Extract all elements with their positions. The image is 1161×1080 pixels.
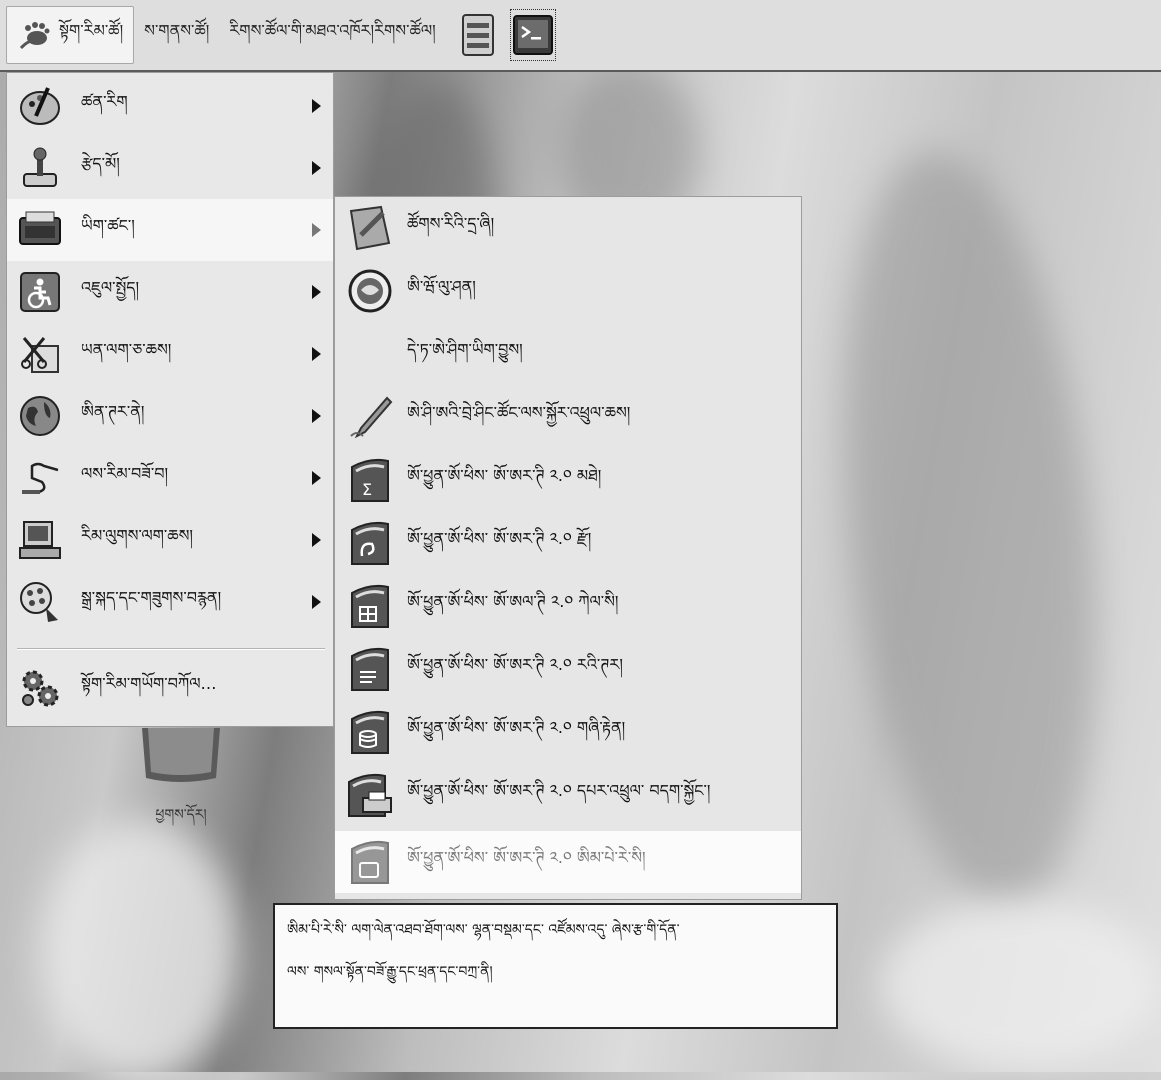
ooo-printer-icon	[347, 771, 393, 819]
submenu-item-label: ཨོ་ཕྱུན་ཨོ་ཕིས་ ཨོ་ཨར་ཊི ༢.༠ གཞི་རྟེན།	[407, 717, 626, 737]
ooo-calc-icon	[347, 582, 393, 630]
configure-menu-item[interactable]: སྟོག་རིམ་གཡོག་བཀོལ…	[7, 657, 333, 719]
menu-item-label: སྒྲ་སྐད་དང་གཟུགས་བརྙན།	[81, 587, 222, 607]
submenu-item-ooo-impress[interactable]: ཨོ་ཕྱུན་ཨོ་ཕིས་ ཨོ་ཨར་ཊི ༢.༠ ཨིམ་པེ་རེ་ས…	[335, 831, 801, 893]
ooo-math-icon: Σ	[347, 456, 393, 504]
submenu-item-dictionary[interactable]: ཚོགས་རིའི་དྲ་ཞི།	[335, 197, 801, 259]
dictionary-icon	[347, 204, 393, 252]
submenu-item-ooo-calc[interactable]: ཨོ་ཕྱུན་ཨོ་ཕིས་ ཨོ་ཨལ་ཊི ༢.༠ ཀེལ་སི།	[335, 575, 801, 637]
submenu-item-ooo-printer[interactable]: ཨོ་ཕྱུན་ཨོ་ཕིས་ ཨོ་ཨར་ཊི ༢.༠ དཔར་འཕྲུལ་ …	[335, 764, 801, 826]
internet-icon	[17, 393, 63, 439]
submenu-item-label: ཨོ་ཕྱུན་ཨོ་ཕིས་ ཨོ་ཨར་ཊི ༢.༠ རའི་ཊར།	[407, 654, 623, 674]
submenu-item-label: ཨོ་ཕྱུན་ཨོ་ཕིས་ ཨོ་ཨར་ཊི ༢.༠ རྫོ།	[407, 528, 592, 548]
ooo-impress-icon	[347, 838, 393, 886]
submenu-item-ooo-draw[interactable]: ཨོ་ཕྱུན་ཨོ་ཕིས་ ཨོ་ཨར་ཊི ༢.༠ རྫོ།	[335, 512, 801, 574]
ooo-writer-icon	[347, 645, 393, 693]
menu-item-label: ཚན་རིག	[81, 91, 128, 111]
submenu-item-ooo-math[interactable]: Σ ཨོ་ཕྱུན་ཨོ་ཕིས་ ཨོ་ཨར་ཊི ༢.༠ མཐེ།	[335, 449, 801, 511]
blank-icon	[347, 330, 393, 378]
menu-item-sound-video[interactable]: སྒྲ་སྐད་དང་གཟུགས་བརྙན།	[7, 571, 333, 633]
submenu-arrow-icon	[312, 347, 321, 361]
places-menu-label: ས་གནས་ཚོ།	[144, 20, 210, 40]
text-editor-icon	[461, 14, 494, 56]
submenu-item-label: ཨོ་ཕྱུན་ཨོ་ཕིས་ ཨོ་ཨལ་ཊི ༢.༠ ཀེལ་སི།	[407, 591, 619, 611]
submenu-arrow-icon	[312, 223, 321, 237]
wallpaper-streak	[810, 139, 1130, 921]
menu-item-office[interactable]: ཡིག་ཚང་།	[7, 199, 333, 261]
places-menu-button[interactable]: ས་གནས་ཚོ།	[134, 7, 219, 63]
accessories-icon	[17, 331, 63, 377]
ooo-base-icon	[347, 708, 393, 756]
menu-item-label: ཡིག་ཚང་།	[81, 215, 135, 235]
gears-icon	[17, 665, 63, 711]
submenu-arrow-icon	[312, 161, 321, 175]
submenu-item-label: ཚོགས་རིའི་དྲ་ཞི།	[407, 213, 495, 233]
games-icon	[17, 145, 63, 191]
submenu-arrow-icon	[312, 595, 321, 609]
wallpaper-streak	[880, 900, 1160, 1070]
accessibility-icon	[17, 269, 63, 315]
submenu-item-label: དེ་ཏ་ཨེ་ཤིག་ཡིག་བྱུས།	[407, 339, 523, 359]
menu-item-internet[interactable]: ཨིན་ཊར་ནེ།	[7, 385, 333, 447]
menu-item-accessories[interactable]: ཡན་ལག་ཅ་ཆས།	[7, 323, 333, 385]
menu-item-label: ཡན་ལག་ཅ་ཆས།	[81, 339, 172, 359]
gnome-foot-icon	[19, 22, 50, 50]
tooltip-line: ཨིམ་པི་རེ་སི་ ལག་ལེན་འཐབ་ཐོག་ལས་ ལྷན་བསྡ…	[287, 922, 680, 938]
menu-item-games[interactable]: རྩེད་མོ།	[7, 137, 333, 199]
applications-dropdown: ཚན་རིག རྩེད་མོ། ཡིག་ཚང་། འཇུལ་སྤྱོད། ཡན་…	[6, 72, 334, 727]
text-editor-launcher[interactable]	[456, 10, 500, 60]
top-panel: སྟོག་རིམ་ཚོ། ས་གནས་ཚོ། རིགས་ཚོལ་གི་མཐའ་འ…	[0, 0, 1161, 72]
menu-item-label: འཇུལ་སྤྱོད།	[81, 277, 140, 297]
programming-icon	[17, 455, 63, 501]
trash-label: ཕྱགས་དོར།	[155, 807, 207, 823]
submenu-item-label: ཨོ་ཕྱུན་ཨོ་ཕིས་ ཨོ་ཨར་ཊི ༢.༠ དཔར་འཕྲུལ་ …	[407, 780, 711, 800]
wallpaper-streak	[40, 820, 240, 1080]
submenu-item-label: ཨོ་ཕྱུན་ཨོ་ཕིས་ ཨོ་ཨར་ཊི ༢.༠ མཐེ།	[407, 465, 602, 485]
submenu-item-evolution[interactable]: ཨི་ཝོ་ལུ་ཤན།	[335, 260, 801, 322]
trash-icon[interactable]	[140, 728, 222, 784]
evolution-icon	[347, 267, 393, 315]
submenu-arrow-icon	[312, 471, 321, 485]
ooo-draw-icon	[347, 519, 393, 567]
office-submenu: ཚོགས་རིའི་དྲ་ཞི། ཨི་ཝོ་ལུ་ཤན། དེ་ཏ་ཨེ་ཤི…	[334, 196, 802, 900]
submenu-arrow-icon	[312, 533, 321, 547]
menu-item-label: རྩེད་མོ།	[81, 153, 120, 173]
menu-item-label: རིམ་ལུགས་ལག་ཆས།	[81, 525, 193, 545]
menu-item-accessibility[interactable]: འཇུལ་སྤྱོད།	[7, 261, 333, 323]
terminal-launcher[interactable]	[509, 9, 556, 61]
menu-item-programming[interactable]: ལས་རིམ་བཟོ་བ།	[7, 447, 333, 509]
submenu-arrow-icon	[312, 285, 321, 299]
submenu-arrow-icon	[312, 409, 321, 423]
menu-item-label: སྟོག་རིམ་གཡོག་བཀོལ…	[81, 673, 217, 693]
submenu-item-handwriting[interactable]: ཨེ་ཤི་ཨའི་བྲེ་ཤིང་ཚོང་ལས་སྐྱོར་འཕྲུལ་ཆས།	[335, 386, 801, 448]
submenu-item-label: ཨི་ཝོ་ལུ་ཤན།	[407, 276, 476, 296]
sound-video-icon	[17, 579, 63, 625]
graphics-icon	[17, 83, 63, 129]
submenu-item-label: ཨོ་ཕྱུན་ཨོ་ཕིས་ ཨོ་ཨར་ཊི ༢.༠ ཨིམ་པེ་རེ་ས…	[407, 847, 646, 867]
submenu-item-label: ཨེ་ཤི་ཨའི་བྲེ་ཤིང་ཚོང་ལས་སྐྱོར་འཕྲུལ་ཆས།	[407, 402, 631, 422]
menu-item-label: ཨིན་ཊར་ནེ།	[81, 401, 145, 421]
submenu-arrow-icon	[312, 99, 321, 113]
tooltip-line: ལས་ གསལ་སྟོན་བཟོ་རྒྱུ་དང་ཕྲན་དང་བཀྲ་ནི།	[287, 964, 493, 980]
system-menu-label: རིགས་ཚོལ་གི་མཐའ་འཁོར།རིགས་ཚོལ།	[229, 20, 436, 40]
applications-menu-button[interactable]: སྟོག་རིམ་ཚོ།	[6, 6, 135, 64]
office-icon	[17, 207, 63, 253]
handwriting-icon	[347, 393, 393, 441]
submenu-item-ooo-writer[interactable]: ཨོ་ཕྱུན་ཨོ་ཕིས་ ཨོ་ཨར་ཊི ༢.༠ རའི་ཊར།	[335, 638, 801, 700]
system-tools-icon	[17, 517, 63, 563]
menu-item-label: ལས་རིམ་བཟོ་བ།	[81, 463, 169, 483]
applications-menu-label: སྟོག་རིམ་ཚོ།	[59, 20, 124, 40]
terminal-icon	[512, 15, 553, 55]
menu-item-graphics[interactable]: ཚན་རིག	[7, 75, 333, 137]
menu-item-system-tools[interactable]: རིམ་ལུགས་ལག་ཆས།	[7, 509, 333, 571]
system-menu-button[interactable]: རིགས་ཚོལ་གི་མཐའ་འཁོར།རིགས་ཚོལ།	[219, 7, 445, 63]
submenu-item-dictionary-lookup[interactable]: དེ་ཏ་ཨེ་ཤིག་ཡིག་བྱུས།	[335, 323, 801, 385]
submenu-item-ooo-base[interactable]: ཨོ་ཕྱུན་ཨོ་ཕིས་ ཨོ་ཨར་ཊི ༢.༠ གཞི་རྟེན།	[335, 701, 801, 763]
menu-separator	[17, 648, 325, 650]
tooltip: ཨིམ་པི་རེ་སི་ ལག་ལེན་འཐབ་ཐོག་ལས་ ལྷན་བསྡ…	[273, 903, 838, 1029]
svg-text:Σ: Σ	[362, 480, 372, 499]
